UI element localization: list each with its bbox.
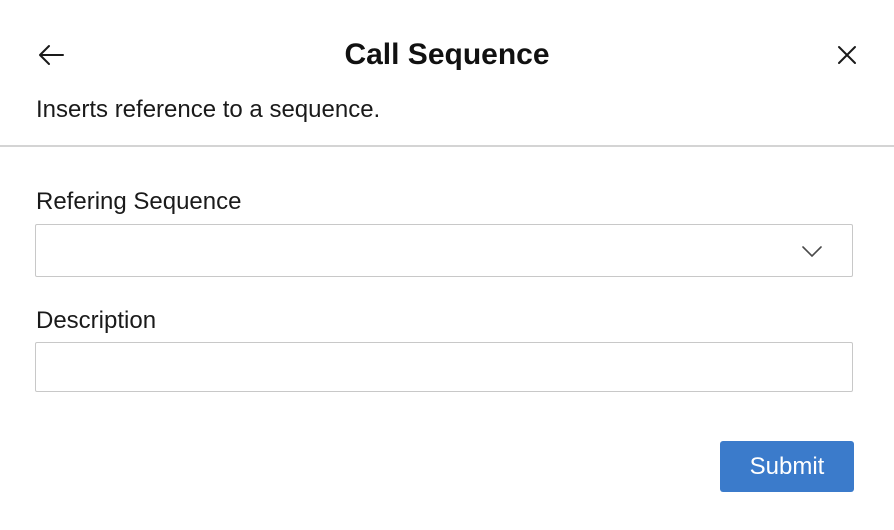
chevron-down-icon <box>802 246 822 257</box>
refering-sequence-select[interactable] <box>35 224 853 277</box>
dialog-description: Inserts reference to a sequence. <box>36 96 381 123</box>
header-divider <box>0 145 894 147</box>
description-input[interactable] <box>35 342 853 392</box>
close-icon <box>838 46 856 64</box>
description-label: Description <box>36 307 157 334</box>
submit-button[interactable]: Submit <box>720 441 854 492</box>
close-button[interactable] <box>832 40 862 70</box>
dialog-title: Call Sequence <box>344 38 550 71</box>
refering-sequence-label: Refering Sequence <box>36 188 242 215</box>
